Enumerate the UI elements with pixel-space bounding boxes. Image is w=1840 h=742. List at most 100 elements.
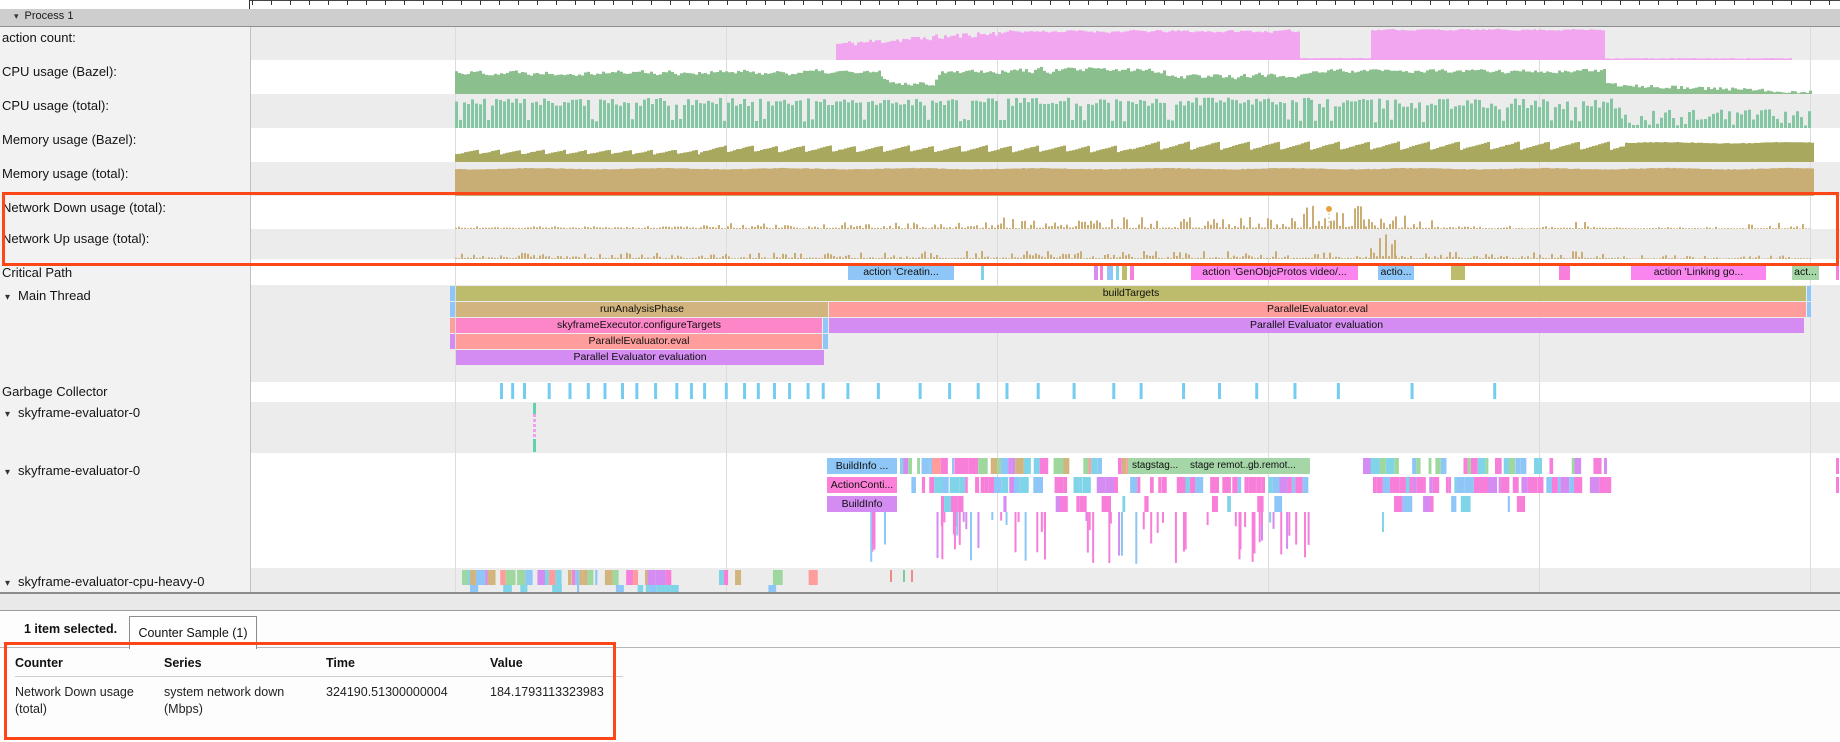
ruler-origin-tick (249, 0, 250, 9)
table-cell: system network down (Mbps) (164, 677, 326, 723)
ruler-tick (309, 0, 310, 5)
trace-event-block[interactable]: action 'Creatin... (848, 264, 954, 280)
sidebar-track-label[interactable]: Memory usage (total): (2, 166, 128, 181)
trace-event-block[interactable] (823, 334, 828, 349)
sidebar-track-label[interactable]: ▾skyframe-evaluator-cpu-heavy-0 (5, 574, 204, 589)
collapse-triangle-icon[interactable]: ▾ (5, 467, 10, 478)
process-group-header[interactable]: ▾Process 1 (0, 9, 1840, 27)
ruler-tick (1050, 0, 1051, 5)
ruler-tick (1069, 0, 1070, 5)
ruler-tick (1145, 0, 1146, 5)
sidebar-track-label[interactable]: CPU usage (Bazel): (2, 64, 117, 79)
collapse-triangle-icon[interactable]: ▾ (5, 292, 10, 303)
ruler-tick (1810, 0, 1811, 5)
ruler-tick (1107, 0, 1108, 5)
trace-event-block[interactable]: Parallel Evaluator evaluation (829, 318, 1804, 333)
table-row[interactable]: Network Down usage (total)system network… (15, 677, 623, 723)
ruler-tick (860, 0, 861, 5)
trace-event-block[interactable] (1836, 264, 1839, 280)
collapse-triangle-icon[interactable]: ▾ (5, 578, 10, 589)
trace-event-block[interactable]: act... (1792, 264, 1819, 280)
sidebar-track-label[interactable]: Network Up usage (total): (2, 231, 149, 246)
trace-event-block[interactable] (450, 334, 455, 349)
trace-event-block[interactable]: stagstag...stage remot...gb.remot... (1128, 458, 1310, 474)
trace-event-block[interactable] (823, 318, 828, 333)
trace-event-block[interactable]: runAnalysisPhase (456, 302, 828, 317)
ruler-tick (423, 0, 424, 5)
sidebar-track-label[interactable]: Critical Path (2, 265, 72, 280)
sidebar-track-label[interactable]: ▾skyframe-evaluator-0 (5, 405, 140, 420)
trace-event-block[interactable] (450, 286, 455, 301)
ruler-tick (1677, 0, 1678, 5)
selection-status-text: 1 item selected. (24, 622, 117, 636)
details-panel: 1 item selected. Counter Sample (1) Coun… (0, 609, 1840, 742)
trace-event-block[interactable] (1451, 264, 1465, 280)
table-column-header[interactable]: Series (164, 652, 326, 677)
track-label-text: Memory usage (Bazel): (2, 132, 136, 147)
trace-event-block[interactable]: skyframeExecutor.configureTargets (456, 318, 822, 333)
trace-event-block[interactable]: action 'GenObjcProtos video/... (1191, 264, 1358, 280)
trace-event-block[interactable] (1094, 264, 1098, 280)
counter-table-body: Network Down usage (total)system network… (15, 677, 623, 723)
collapse-triangle-icon[interactable]: ▾ (5, 409, 10, 420)
track-label-text: CPU usage (total): (2, 98, 109, 113)
sidebar-track-label[interactable]: Memory usage (Bazel): (2, 132, 136, 147)
time-ruler[interactable] (0, 0, 1840, 9)
ruler-tick (1430, 0, 1431, 5)
trace-event-block[interactable] (1122, 264, 1127, 280)
ruler-tick (1696, 0, 1697, 5)
trace-event-block[interactable]: Parallel Evaluator evaluation (456, 350, 824, 365)
table-column-header[interactable]: Counter (15, 652, 164, 677)
trace-event-block[interactable] (1559, 264, 1570, 280)
sidebar-track-label[interactable]: action count: (2, 30, 76, 45)
sidebar-track-label[interactable]: ▾Main Thread (5, 288, 91, 303)
ruler-tick (1354, 0, 1355, 5)
ruler-tick (1088, 0, 1089, 5)
table-cell: 184.1793113323983 (490, 677, 623, 723)
timeline-tracks-area[interactable]: ▾Process 1 action count: CPU usage (Bazel… (0, 0, 1840, 592)
ruler-tick (1012, 0, 1013, 5)
ruler-tick (556, 0, 557, 5)
trace-event-block[interactable]: ParallelEvaluator.eval (829, 302, 1806, 317)
trace-event-block[interactable]: BuildInfo ... (827, 458, 897, 474)
panel-splitter-handle[interactable] (0, 592, 1840, 611)
tab-counter-sample[interactable]: Counter Sample (1) (129, 616, 257, 649)
trace-event-block[interactable]: ActionConti... (827, 477, 897, 493)
trace-event-block[interactable] (1807, 302, 1811, 317)
ruler-tick (594, 0, 595, 5)
selected-sample-marker[interactable] (1326, 206, 1333, 213)
track-label-text: action count: (2, 30, 76, 45)
ruler-tick (404, 0, 405, 5)
ruler-tick (1126, 0, 1127, 5)
ruler-tick (1373, 0, 1374, 5)
trace-event-block[interactable] (450, 318, 455, 333)
trace-event-block[interactable] (1116, 264, 1119, 280)
table-column-header[interactable]: Time (326, 652, 490, 677)
ruler-tick (575, 0, 576, 5)
trace-event-block[interactable] (981, 264, 984, 280)
trace-event-block[interactable] (1807, 286, 1811, 301)
trace-event-block[interactable] (1100, 264, 1103, 280)
sidebar-track-label[interactable]: Garbage Collector (2, 384, 108, 399)
ruler-tick (1183, 0, 1184, 5)
trace-event-block[interactable]: BuildInfo (827, 496, 897, 512)
trace-event-block[interactable]: ParallelEvaluator.eval (456, 334, 822, 349)
trace-event-block[interactable]: buildTargets (456, 286, 1806, 301)
ruler-tick (1468, 0, 1469, 5)
ruler-tick (537, 0, 538, 5)
ruler-tick (1829, 0, 1830, 5)
ruler-tick (1164, 0, 1165, 5)
ruler-tick (1278, 0, 1279, 5)
trace-event-block[interactable] (450, 302, 455, 317)
collapse-triangle-icon[interactable]: ▾ (14, 11, 19, 22)
trace-event-block[interactable] (1107, 264, 1113, 280)
trace-event-block[interactable]: actio... (1378, 264, 1414, 280)
trace-event-block[interactable]: action 'Linking go... (1631, 264, 1766, 280)
sidebar-track-label[interactable]: ▾skyframe-evaluator-0 (5, 463, 140, 478)
trace-event-block[interactable] (1130, 264, 1134, 280)
sidebar-track-label[interactable]: CPU usage (total): (2, 98, 109, 113)
table-column-header[interactable]: Value (490, 652, 623, 677)
sidebar-track-label[interactable]: Network Down usage (total): (2, 200, 166, 215)
ruler-tick (1202, 0, 1203, 5)
ruler-tick (765, 0, 766, 5)
